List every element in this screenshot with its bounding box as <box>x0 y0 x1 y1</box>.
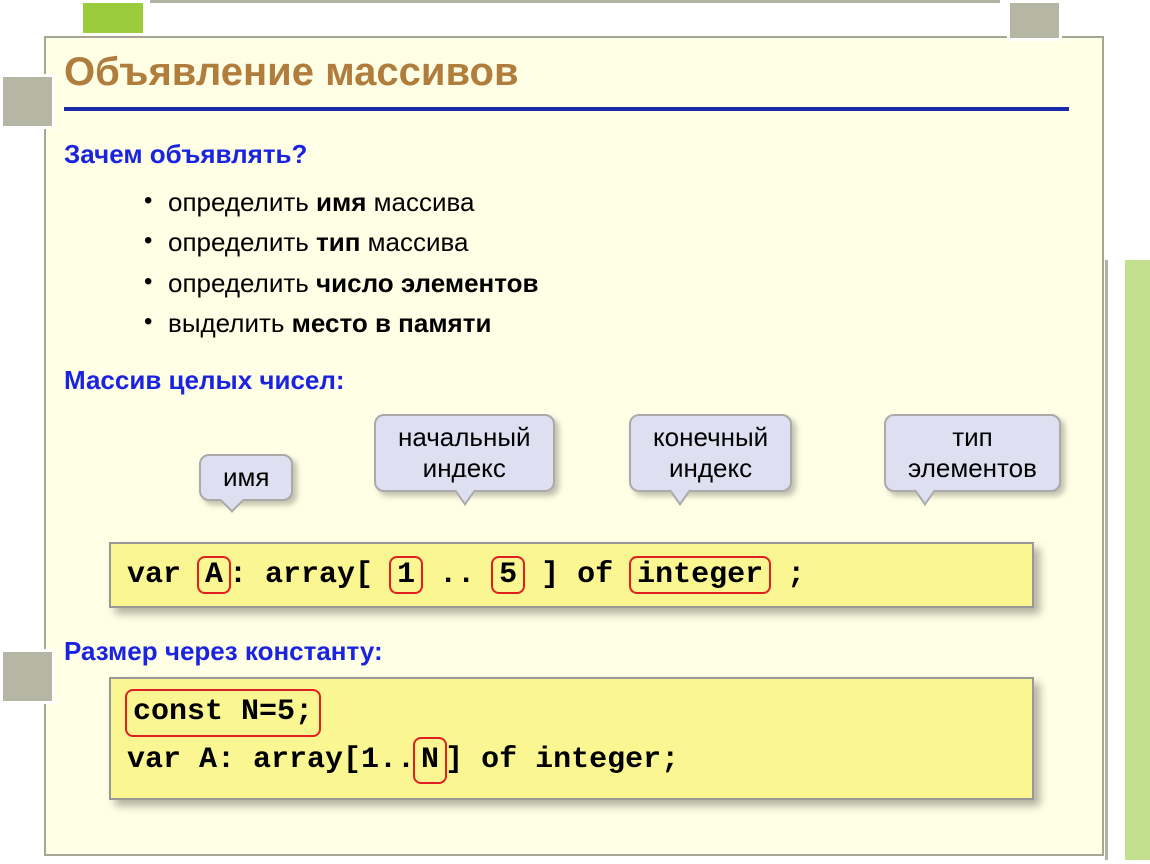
why-item: выделить место в памяти <box>144 303 1084 343</box>
code-text: .. <box>421 558 493 592</box>
code-text: ] of <box>523 558 631 592</box>
why-item-bold: тип <box>316 227 360 257</box>
callout-end-index-label: конечный индекс <box>653 422 768 483</box>
why-item: определить тип массива <box>144 222 1084 262</box>
code-hl-start: 1 <box>389 556 423 594</box>
callout-start-index-label: начальный индекс <box>398 422 531 483</box>
code-text: : array[ <box>229 558 391 592</box>
code-text: ] of integer; <box>445 743 679 777</box>
code-declaration: var A: array[ 1 .. 5 ] of integer ; <box>109 542 1034 608</box>
why-item-bold: имя <box>316 187 366 217</box>
code-text: ; <box>769 558 805 592</box>
why-list: определить имя массива определить тип ма… <box>144 182 1084 343</box>
code-hl-type: integer <box>629 556 771 594</box>
callout-name: имя <box>199 454 293 501</box>
callout-elem-type: тип элементов <box>884 414 1061 492</box>
decor-gray-left1 <box>0 74 55 129</box>
callout-end-index: конечный индекс <box>629 414 792 492</box>
int-array-heading: Массив целых чисел: <box>64 365 1084 396</box>
why-item-text: определить <box>168 227 316 257</box>
slide-content: Объявление массивов Зачем объявлять? опр… <box>64 50 1084 800</box>
why-heading: Зачем объявлять? <box>64 139 1084 170</box>
code-hl-n: N <box>413 737 447 785</box>
decor-green-top <box>80 0 146 36</box>
callout-row: имя начальный индекс конечный индекс тип… <box>64 414 1084 534</box>
code-hl-end: 5 <box>491 556 525 594</box>
callout-elem-type-label: тип элементов <box>908 422 1037 483</box>
decor-gray-top <box>1007 0 1062 41</box>
code-text: var A: array[1.. <box>127 743 415 777</box>
why-item-text: выделить <box>168 308 292 338</box>
code-const: const N=5; var A: array[1..N] of integer… <box>109 677 1034 800</box>
code-hl-const: const N=5; <box>125 689 321 737</box>
slide-title: Объявление массивов <box>64 50 1084 95</box>
why-item: определить имя массива <box>144 182 1084 222</box>
why-item-bold: место в памяти <box>292 308 492 338</box>
why-item-bold: число элементов <box>316 268 538 298</box>
title-underline <box>64 107 1069 111</box>
code-hl-name: A <box>197 556 231 594</box>
why-item-suffix: массива <box>366 187 474 217</box>
code-text: var <box>127 558 199 592</box>
const-heading: Размер через константу: <box>64 636 1084 667</box>
why-item-text: определить <box>168 187 316 217</box>
decor-green-right <box>1125 260 1150 860</box>
decor-top-bar <box>150 0 1000 3</box>
decor-right-bar <box>1105 260 1108 860</box>
decor-gray-left2 <box>0 649 55 704</box>
why-item-suffix: массива <box>360 227 468 257</box>
why-item-text: определить <box>168 268 316 298</box>
callout-start-index: начальный индекс <box>374 414 555 492</box>
why-item: определить число элементов <box>144 263 1084 303</box>
